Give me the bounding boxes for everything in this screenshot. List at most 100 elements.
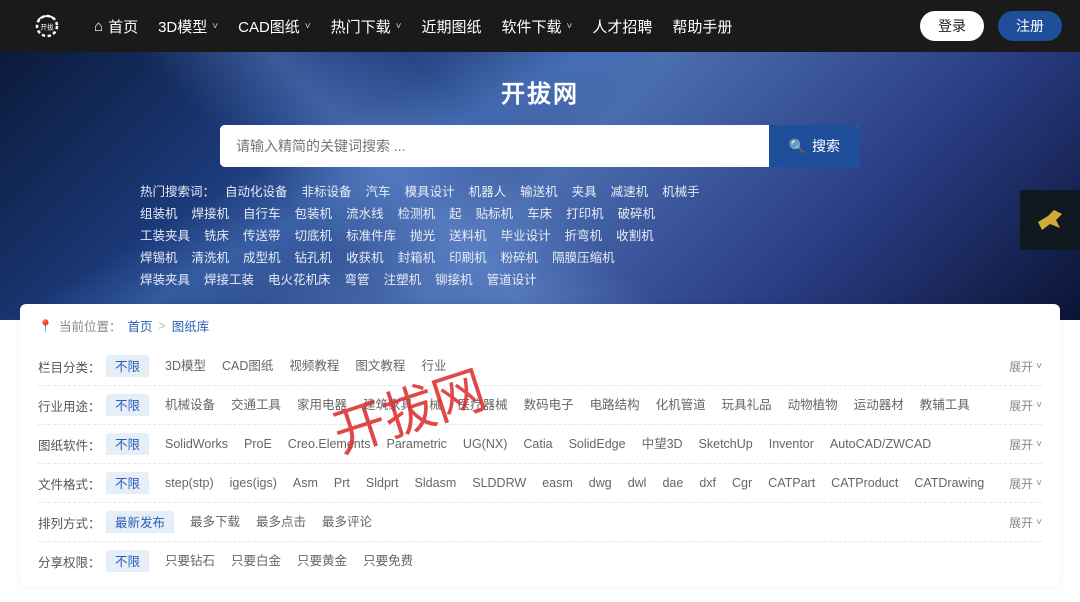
hot-keyword[interactable]: 机器人 (469, 181, 507, 203)
filter-option[interactable]: easm (542, 472, 573, 494)
hot-keyword[interactable]: 包装机 (295, 203, 333, 225)
filter-option[interactable]: dwg (589, 472, 612, 494)
hot-keyword[interactable]: 减速机 (611, 181, 649, 203)
hot-keyword[interactable]: 焊锡机 (140, 247, 178, 269)
hot-keyword[interactable]: 模具设计 (405, 181, 455, 203)
register-button[interactable]: 注册 (998, 11, 1062, 41)
hot-keyword[interactable]: 焊装夹具 (140, 269, 190, 291)
filter-option[interactable]: 交通工具 (231, 394, 281, 416)
hot-keyword[interactable]: 清洗机 (192, 247, 230, 269)
search-button[interactable]: 🔍 搜索 (769, 125, 860, 167)
hot-keyword[interactable]: 粉碎机 (501, 247, 539, 269)
hot-keyword[interactable]: 输送机 (520, 181, 558, 203)
hot-keyword[interactable]: 收割机 (616, 225, 654, 247)
site-logo[interactable]: 开拔 (18, 7, 76, 45)
filter-active[interactable]: 不限 (106, 394, 149, 416)
search-input[interactable] (220, 125, 769, 167)
filter-option[interactable]: CATProduct (831, 472, 898, 494)
expand-toggle[interactable]: 展开˅ (1009, 475, 1042, 492)
filter-option[interactable]: 行业 (421, 355, 446, 377)
hot-keyword[interactable]: 工装夹具 (140, 225, 190, 247)
breadcrumb-current[interactable]: 图纸库 (172, 316, 210, 335)
filter-option[interactable]: SketchUp (699, 433, 753, 455)
hot-keyword[interactable]: 铆接机 (435, 269, 473, 291)
hot-keyword[interactable]: 抛光 (410, 225, 435, 247)
hot-keyword[interactable]: 毕业设计 (501, 225, 551, 247)
filter-option[interactable]: 教辅工具 (920, 394, 970, 416)
login-button[interactable]: 登录 (920, 11, 984, 41)
hot-keyword[interactable]: 打印机 (566, 203, 604, 225)
filter-option[interactable]: Sldasm (415, 472, 457, 494)
expand-toggle[interactable]: 展开˅ (1009, 358, 1042, 375)
filter-option[interactable]: 数码电子 (524, 394, 574, 416)
filter-option[interactable]: Parametric (386, 433, 446, 455)
nav-item-2[interactable]: CAD图纸˅ (238, 16, 311, 37)
filter-option[interactable]: step(stp) (165, 472, 214, 494)
hot-keyword[interactable]: 收获机 (346, 247, 384, 269)
filter-active[interactable]: 不限 (106, 355, 149, 377)
filter-active[interactable]: 不限 (106, 550, 149, 572)
hot-keyword[interactable]: 焊接机 (192, 203, 230, 225)
filter-option[interactable]: 动物植物 (788, 394, 838, 416)
hot-keyword[interactable]: 管道设计 (487, 269, 537, 291)
hot-keyword[interactable]: 非标设备 (302, 181, 352, 203)
hot-keyword[interactable]: 自行车 (243, 203, 281, 225)
hot-keyword[interactable]: 弯管 (345, 269, 370, 291)
filter-option[interactable]: 医疗器械 (458, 394, 508, 416)
hot-keyword[interactable]: 传送带 (243, 225, 281, 247)
hot-keyword[interactable]: 钻孔机 (295, 247, 333, 269)
nav-item-3[interactable]: 热门下载˅ (331, 16, 402, 37)
breadcrumb-home[interactable]: 首页 (127, 316, 152, 335)
filter-option[interactable]: ProE (244, 433, 272, 455)
hot-keyword[interactable]: 流水线 (346, 203, 384, 225)
hot-keyword[interactable]: 铣床 (204, 225, 229, 247)
float-badge[interactable] (1020, 190, 1080, 250)
hot-keyword[interactable]: 贴标机 (476, 203, 514, 225)
expand-toggle[interactable]: 展开˅ (1009, 436, 1042, 453)
hot-keyword[interactable]: 印刷机 (449, 247, 487, 269)
filter-option[interactable]: 家用电器 (297, 394, 347, 416)
filter-option[interactable]: 中望3D (642, 433, 683, 455)
filter-option[interactable]: dae (662, 472, 683, 494)
filter-active[interactable]: 不限 (106, 472, 149, 494)
filter-option[interactable]: 建筑家具 (363, 394, 413, 416)
hot-keyword[interactable]: 自动化设备 (225, 181, 288, 203)
filter-option[interactable]: 只要黄金 (297, 550, 347, 572)
filter-option[interactable]: 运动器材 (854, 394, 904, 416)
hot-keyword[interactable]: 折弯机 (565, 225, 603, 247)
hot-keyword[interactable]: 封箱机 (398, 247, 436, 269)
nav-item-0[interactable]: ⌂首页 (94, 16, 138, 37)
filter-option[interactable]: 3D模型 (165, 355, 206, 377)
hot-keyword[interactable]: 成型机 (243, 247, 281, 269)
filter-option[interactable]: 化机管道 (656, 394, 706, 416)
filter-option[interactable]: 电路结构 (590, 394, 640, 416)
filter-option[interactable]: SolidWorks (165, 433, 228, 455)
filter-option[interactable]: 只要免费 (363, 550, 413, 572)
nav-item-7[interactable]: 帮助手册 (672, 16, 732, 37)
filter-option[interactable]: SolidEdge (569, 433, 626, 455)
filter-active[interactable]: 最新发布 (106, 511, 174, 533)
filter-option[interactable]: dxf (699, 472, 716, 494)
expand-toggle[interactable]: 展开˅ (1009, 514, 1042, 531)
filter-option[interactable]: Creo.Elements (288, 433, 371, 455)
hot-keyword[interactable]: 焊接工装 (204, 269, 254, 291)
expand-toggle[interactable]: 展开˅ (1009, 397, 1042, 414)
hot-keyword[interactable]: 组装机 (140, 203, 178, 225)
filter-option[interactable]: 图文教程 (355, 355, 405, 377)
nav-item-1[interactable]: 3D模型˅ (158, 16, 218, 37)
hot-keyword[interactable]: 起 (449, 203, 462, 225)
hot-keyword[interactable]: 送料机 (449, 225, 487, 247)
filter-option[interactable]: Prt (334, 472, 350, 494)
hot-keyword[interactable]: 注塑机 (384, 269, 422, 291)
filter-active[interactable]: 不限 (106, 433, 149, 455)
filter-option[interactable]: 最多点击 (256, 511, 306, 533)
hot-keyword[interactable]: 检测机 (398, 203, 436, 225)
filter-option[interactable]: 机械设备 (165, 394, 215, 416)
filter-option[interactable]: Asm (293, 472, 318, 494)
filter-option[interactable]: 视频教程 (289, 355, 339, 377)
filter-option[interactable]: CATDrawing (914, 472, 984, 494)
hot-keyword[interactable]: 切底机 (295, 225, 333, 247)
hot-keyword[interactable]: 隔膜压缩机 (552, 247, 615, 269)
nav-item-6[interactable]: 人才招聘 (592, 16, 652, 37)
filter-option[interactable]: Cgr (732, 472, 752, 494)
